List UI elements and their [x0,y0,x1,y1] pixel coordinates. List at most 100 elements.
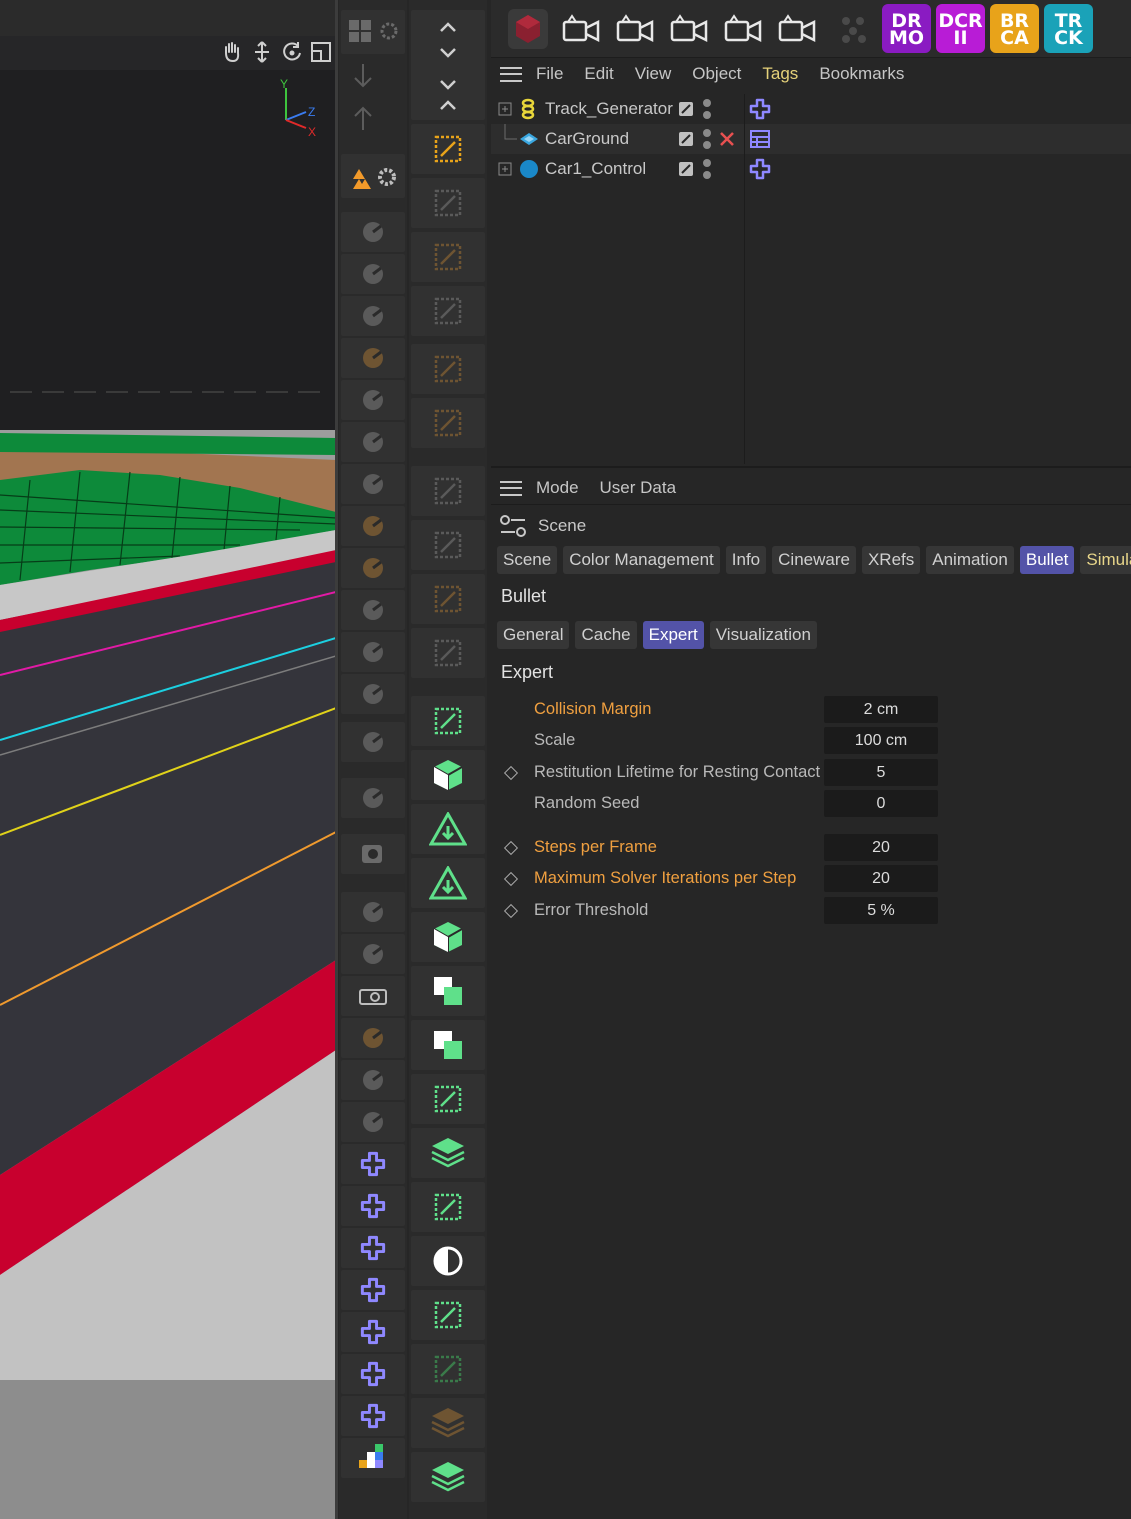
plugin-badge-brca[interactable]: BR CA [990,4,1039,53]
tab-info[interactable]: Info [725,546,767,574]
subtab-general[interactable]: General [497,621,570,649]
mograph-settings-button[interactable] [341,154,405,198]
split-icon[interactable] [341,934,405,974]
arrow-up-icon[interactable] [341,98,385,138]
python-tag-icon[interactable] [749,158,771,180]
grid-brown-icon[interactable] [341,1018,405,1058]
eraser-icon[interactable] [341,722,405,762]
select-shrink-icon[interactable] [411,398,485,448]
python-tag-icon[interactable] [749,98,771,120]
hamburger-menu-icon[interactable] [500,480,522,496]
tab-animation[interactable]: Animation [926,546,1014,574]
layers-brown-icon[interactable] [411,1398,485,1448]
camera-icon[interactable] [719,4,769,54]
stepper-arrows-icon[interactable] [411,10,485,120]
edit-visibility-icon[interactable] [678,131,694,147]
viewport-divider[interactable] [335,0,338,1519]
param-value-field[interactable]: 0 [824,790,938,817]
move-icon[interactable] [250,40,274,64]
camera-icon[interactable] [665,4,715,54]
object-name[interactable]: CarGround [545,129,629,149]
menu-object[interactable]: Object [692,64,741,84]
object-name[interactable]: Track_Generator [545,99,673,119]
menu-mode[interactable]: Mode [536,478,579,498]
visibility-dots-icon[interactable] [702,127,712,151]
keyframe-diamond-icon[interactable] [503,903,519,919]
object-row-track-generator[interactable]: Track_Generator [491,94,1131,124]
link-tool-icon[interactable] [341,1102,405,1142]
keyframe-diamond-icon[interactable] [503,840,519,856]
hand-icon[interactable] [220,40,244,64]
layout-grid-button[interactable] [341,10,405,54]
edit-visibility-icon[interactable] [678,161,694,177]
keyframe-diamond-icon[interactable] [503,765,519,781]
clock-icon[interactable] [341,778,405,818]
menu-file[interactable]: File [536,64,563,84]
expand-icon[interactable] [498,102,512,116]
subtab-visualization[interactable]: Visualization [709,621,817,649]
python-script-icon[interactable] [341,1396,405,1436]
effector-icon[interactable] [341,254,405,294]
python-script-icon[interactable] [341,1144,405,1184]
effector-icon[interactable] [341,590,405,630]
grass-icon[interactable] [411,1344,485,1394]
link-icon[interactable] [341,1060,405,1100]
python-script-icon[interactable] [341,1270,405,1310]
hamburger-menu-icon[interactable] [500,66,522,82]
menu-user-data[interactable]: User Data [600,478,677,498]
menu-edit[interactable]: Edit [584,64,613,84]
color-pixels-icon[interactable] [341,1438,405,1478]
cube-icon[interactable] [411,750,485,800]
maximize-icon[interactable] [309,40,333,64]
gear-shape-icon[interactable] [411,286,485,336]
effector-icon[interactable] [341,212,405,252]
tab-color-management[interactable]: Color Management [563,546,720,574]
window-icon[interactable] [341,892,405,932]
python-script-icon[interactable] [341,1312,405,1352]
projector-icon[interactable] [341,976,405,1016]
spline-icon[interactable] [411,232,485,282]
layers-green-icon[interactable] [411,1452,485,1502]
param-value-field[interactable]: 20 [824,834,938,861]
effector-icon[interactable] [341,674,405,714]
effector-icon[interactable] [341,632,405,672]
arrow-down-icon[interactable] [341,56,385,96]
keyframe-diamond-icon[interactable] [503,871,519,887]
tab-simulati[interactable]: Simulati [1080,546,1131,574]
camera-icon[interactable] [557,4,607,54]
rotate-icon[interactable] [280,40,304,64]
tab-xrefs[interactable]: XRefs [861,546,921,574]
rigid-body-tag-icon[interactable] [749,128,771,150]
dots-icon[interactable] [829,4,879,54]
python-script-icon[interactable] [341,1354,405,1394]
squares-alt-icon[interactable] [411,1020,485,1070]
subtab-expert[interactable]: Expert [642,621,704,649]
param-value-field[interactable]: 20 [824,865,938,892]
cubes-icon[interactable] [411,912,485,962]
visibility-dots-icon[interactable] [702,97,712,121]
plugin-badge-dcrii[interactable]: DCR II [936,4,985,53]
split-arrow-icon[interactable] [411,574,485,624]
object-row-carground[interactable]: CarGround [491,124,1131,154]
object-row-car1-control[interactable]: Car1_Control [491,154,1131,184]
effector-icon[interactable] [341,506,405,546]
disabled-x-icon[interactable] [719,131,735,147]
landscape-icon[interactable] [411,1182,485,1232]
effector-icon[interactable] [341,338,405,378]
tab-bullet[interactable]: Bullet [1019,546,1075,574]
expand-icon[interactable] [498,162,512,176]
import-icon[interactable] [411,466,485,516]
subtab-cache[interactable]: Cache [575,621,637,649]
layers-icon[interactable] [411,1128,485,1178]
tab-scene[interactable]: Scene [497,546,558,574]
branch-icon[interactable] [411,696,485,746]
effector-icon[interactable] [341,296,405,336]
capture-icon[interactable] [341,834,405,874]
squares-icon[interactable] [411,966,485,1016]
python-script-icon[interactable] [341,1186,405,1226]
contrast-icon[interactable] [411,1236,485,1286]
scale-selection-icon[interactable] [411,124,485,174]
merge-arrow-icon[interactable] [411,628,485,678]
viewport-scene[interactable] [0,0,336,1519]
param-value-field[interactable]: 5 % [824,897,938,924]
